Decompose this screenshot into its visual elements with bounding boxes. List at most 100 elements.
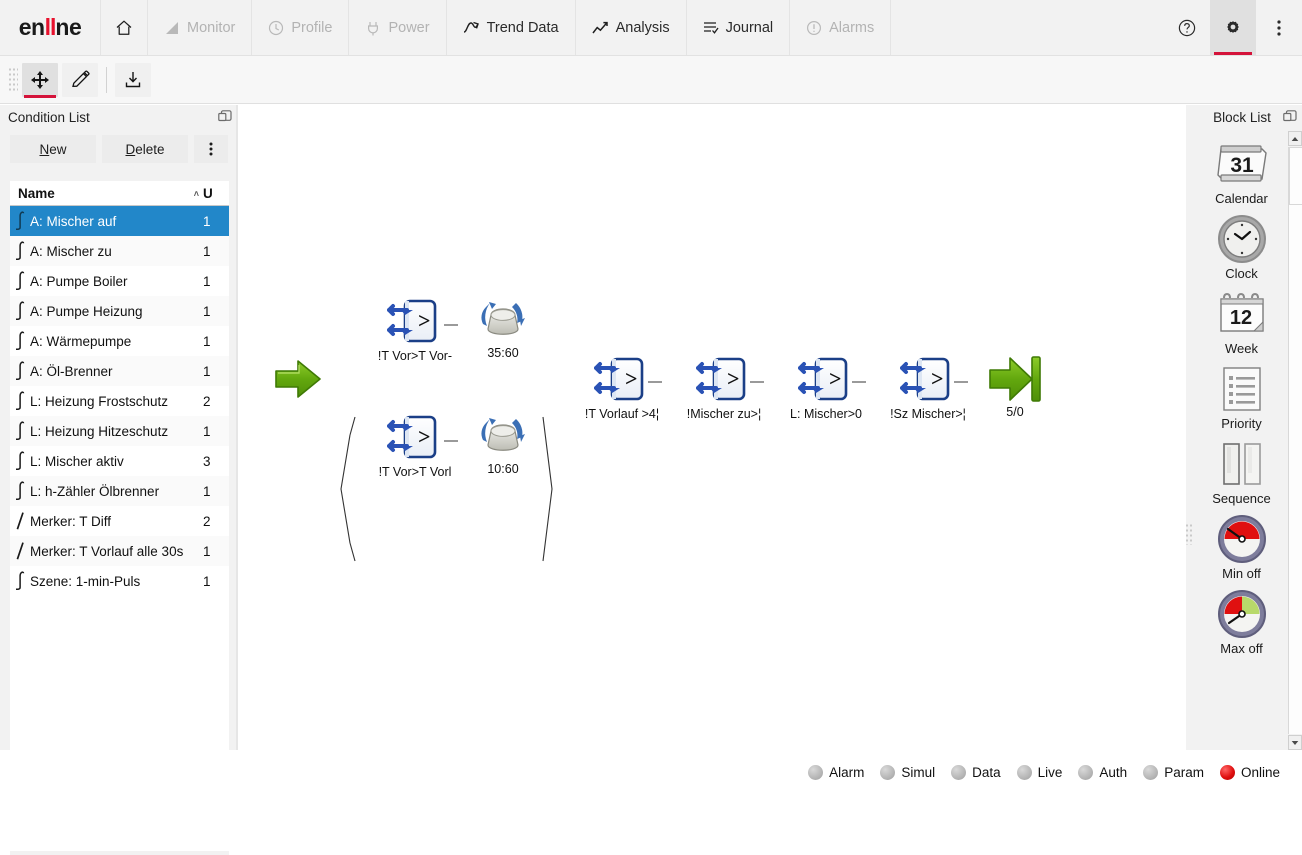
- logo-text-post: ne: [55, 14, 81, 41]
- new-button-mnemonic: N: [39, 142, 49, 157]
- pencil-icon: [70, 70, 90, 90]
- block-item-min-off[interactable]: Min off: [1195, 506, 1288, 581]
- block-item-calendar[interactable]: 31Calendar: [1195, 131, 1288, 206]
- block-item-label: Week: [1195, 341, 1288, 356]
- gauge-red-green-icon: [1195, 589, 1288, 639]
- nav-settings-button[interactable]: [1210, 0, 1256, 55]
- compare-block-1-glyph: >: [371, 296, 459, 348]
- new-button[interactable]: New: [10, 135, 96, 163]
- condition-row[interactable]: A: Pumpe Heizung1: [10, 296, 229, 326]
- end-arrow[interactable]: 5/0: [988, 354, 1042, 419]
- condition-row[interactable]: L: Heizung Hitzeschutz1: [10, 416, 229, 446]
- right-panel-splitter[interactable]: [1186, 105, 1195, 750]
- integral-icon: [15, 211, 26, 231]
- block-list-panel: Block List 31CalendarClock 12 WeekPriority…: [1195, 105, 1302, 750]
- dash-3: [648, 381, 662, 383]
- condition-row[interactable]: L: h-Zähler Ölbrenner1: [10, 476, 229, 506]
- power-icon: [365, 20, 381, 36]
- condition-row[interactable]: A: Mischer auf1: [10, 206, 229, 236]
- scrollbar-thumb[interactable]: [1289, 147, 1302, 205]
- download-tool-button[interactable]: [115, 63, 151, 97]
- logic-diagram-canvas[interactable]: >!T Vor>T Vor- 35:60 >!T Vor>T Vorl 10:60 >!…: [243, 105, 1193, 750]
- compare-block-5[interactable]: >L: Mischer>0: [782, 354, 870, 421]
- end-arrow-label: 5/0: [988, 405, 1042, 419]
- journal-icon: [703, 20, 719, 35]
- compare-block-3[interactable]: >!T Vorlauf >4¦: [578, 354, 666, 421]
- move-tool-button[interactable]: [22, 63, 58, 97]
- compare-block-2[interactable]: >!T Vor>T Vorl: [371, 412, 459, 479]
- column-header-name[interactable]: Name: [10, 186, 194, 201]
- compare-block-icon: >: [594, 354, 650, 406]
- status-led-label: Alarm: [829, 765, 864, 780]
- nav-tab-trend-data[interactable]: Trend Data: [446, 0, 575, 55]
- nav-tab-journal[interactable]: Journal: [686, 0, 790, 55]
- integral-icon: [15, 391, 26, 411]
- delete-button-mnemonic: D: [125, 142, 135, 157]
- nav-tab-power[interactable]: Power: [348, 0, 445, 55]
- status-led-label: Auth: [1099, 765, 1127, 780]
- compare-block-4-glyph: >: [680, 354, 768, 406]
- compare-block-4[interactable]: >!Mischer zu>¦: [680, 354, 768, 421]
- block-list-scrollbar[interactable]: [1288, 131, 1302, 750]
- condition-row[interactable]: Merker: T Vorlauf alle 30s1: [10, 536, 229, 566]
- popout-icon[interactable]: [218, 110, 232, 124]
- nav-tab-analysis[interactable]: Analysis: [575, 0, 686, 55]
- block-item-priority[interactable]: Priority: [1195, 356, 1288, 431]
- svg-text:31: 31: [1230, 154, 1254, 177]
- condition-row[interactable]: Merker: T Diff2: [10, 506, 229, 536]
- condition-row[interactable]: L: Heizung Frostschutz2: [10, 386, 229, 416]
- block-list-title: Block List: [1201, 110, 1283, 125]
- popout-icon[interactable]: [1283, 110, 1297, 124]
- integral-icon: [10, 391, 30, 411]
- condition-usage-count: 1: [203, 544, 229, 559]
- condition-more-button[interactable]: [194, 135, 228, 163]
- compare-block-6-label: !Sz Mischer>¦: [884, 407, 972, 421]
- edit-tool-button[interactable]: [62, 63, 98, 97]
- condition-name: Merker: T Diff: [30, 514, 203, 529]
- compare-block-1[interactable]: >!T Vor>T Vor-: [371, 296, 459, 363]
- nav-tab-monitor[interactable]: Monitor: [147, 0, 251, 55]
- nav-tab-alarms[interactable]: Alarms: [789, 0, 890, 55]
- timer-block-2-glyph: [476, 409, 530, 461]
- block-item-sequence[interactable]: Sequence: [1195, 431, 1288, 506]
- timer-block-2[interactable]: 10:60: [476, 409, 530, 476]
- block-item-max-off[interactable]: Max off: [1195, 581, 1288, 656]
- condition-row[interactable]: A: Öl-Brenner1: [10, 356, 229, 386]
- left-panel-splitter[interactable]: [236, 105, 238, 750]
- nav-tab-profile[interactable]: Profile: [251, 0, 348, 55]
- sequence-bars-icon: [1219, 440, 1265, 488]
- end-arrow-glyph: [988, 354, 1042, 404]
- condition-name: A: Öl-Brenner: [30, 364, 203, 379]
- nav-tab-home[interactable]: [100, 0, 147, 55]
- nav-more-options-button[interactable]: [1256, 0, 1302, 55]
- condition-row[interactable]: L: Mischer aktiv3: [10, 446, 229, 476]
- condition-row[interactable]: Szene: 1-min-Puls1: [10, 566, 229, 596]
- nav-tab-label: Alarms: [829, 20, 874, 36]
- scroll-down-button[interactable]: [1288, 735, 1302, 750]
- status-led-param: Param: [1143, 765, 1204, 780]
- toolbar-separator: [106, 67, 107, 93]
- delete-button[interactable]: Delete: [102, 135, 188, 163]
- clock-icon: [1195, 214, 1288, 264]
- nav-tab-label: Trend Data: [487, 20, 559, 36]
- timer-block-1[interactable]: 35:60: [476, 293, 530, 360]
- svg-text:>: >: [418, 308, 431, 333]
- block-list-drag-handle[interactable]: [1185, 523, 1193, 545]
- condition-usage-count: 1: [203, 364, 229, 379]
- start-arrow[interactable]: [274, 358, 322, 400]
- toolbar-drag-handle[interactable]: [8, 67, 18, 93]
- scrollbar-track[interactable]: [1288, 147, 1302, 734]
- nav-help-button[interactable]: [1164, 0, 1210, 55]
- column-header-u[interactable]: U: [203, 186, 229, 201]
- trend-icon: [463, 20, 480, 35]
- integral-icon: [15, 361, 26, 381]
- condition-row[interactable]: A: Mischer zu1: [10, 236, 229, 266]
- condition-row[interactable]: A: Pumpe Boiler1: [10, 266, 229, 296]
- block-item-week[interactable]: 12 Week: [1195, 281, 1288, 356]
- condition-row[interactable]: A: Wärmepumpe1: [10, 326, 229, 356]
- compare-block-3-glyph: >: [578, 354, 666, 406]
- scroll-up-button[interactable]: [1288, 131, 1302, 146]
- compare-block-6[interactable]: >!Sz Mischer>¦: [884, 354, 972, 421]
- svg-text:12: 12: [1229, 307, 1251, 329]
- block-item-clock[interactable]: Clock: [1195, 206, 1288, 281]
